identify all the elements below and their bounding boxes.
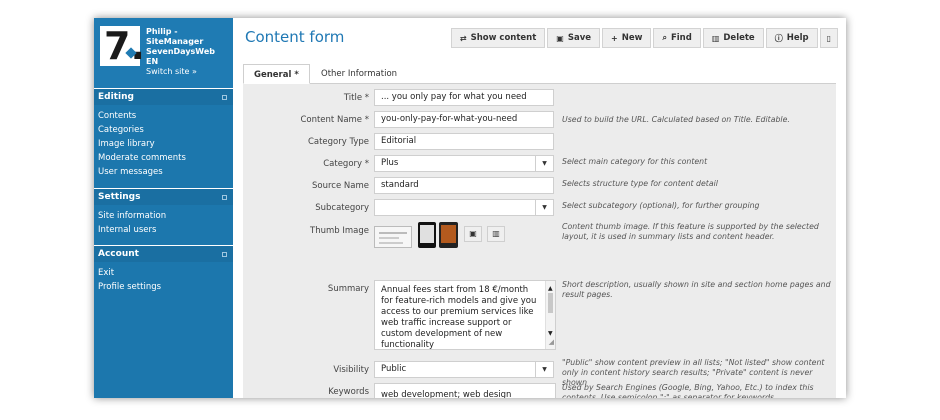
user-name: Philip - — [146, 27, 178, 36]
section-header-editing[interactable]: Editing — [94, 89, 233, 105]
find-label: Find — [670, 33, 692, 43]
switch-site-link[interactable]: Switch site » — [146, 67, 215, 77]
new-label: New — [621, 33, 643, 43]
content-name-input[interactable]: you-only-pay-for-what-you-need — [374, 111, 554, 128]
search-icon: ⌕ — [662, 33, 667, 42]
sidebar-item-exit[interactable]: Exit — [94, 266, 233, 280]
visibility-value: Public — [381, 364, 407, 374]
chevron-down-icon[interactable]: ▼ — [535, 200, 553, 215]
section-title: Editing — [98, 92, 134, 102]
toolbar: ⇄ Show content ▣ Save + New ⌕ Find ▥ Del… — [450, 28, 838, 48]
tab-general[interactable]: General * — [243, 64, 310, 84]
app-window: 7. Philip - SiteManager SevenDaysWeb EN … — [94, 18, 846, 398]
category-hint: Select main category for this content — [562, 157, 708, 166]
section-title: Account — [98, 249, 139, 259]
chevron-down-icon[interactable]: ▼ — [535, 362, 553, 377]
thumb-image-hint: Content thumb image. If this feature is … — [562, 222, 819, 241]
subcategory-hint: Select subcategory (optional), for furth… — [562, 201, 760, 210]
source-name-input[interactable]: standard — [374, 177, 554, 194]
brand-header: 7. Philip - SiteManager SevenDaysWeb EN … — [94, 18, 233, 88]
content-form: Title * ... you only pay for what you ne… — [243, 84, 836, 398]
link-icon: ⇄ — [459, 33, 467, 43]
sidebar-item-internal-users[interactable]: Internal users — [94, 223, 233, 237]
help-button[interactable]: ⓘ Help — [765, 28, 818, 48]
sidebar-item-user-messages[interactable]: User messages — [94, 165, 233, 179]
scroll-thumb[interactable] — [548, 293, 553, 313]
document-button[interactable]: ▯ — [819, 28, 838, 48]
subcategory-label: Subcategory — [315, 203, 369, 213]
subcategory-select[interactable]: ▼ — [374, 199, 554, 216]
help-label: Help — [786, 33, 809, 43]
tab-other-information[interactable]: Other Information — [311, 64, 407, 84]
document-icon: ▯ — [826, 33, 831, 43]
title-label: Title * — [343, 93, 369, 103]
keywords-label: Keywords — [328, 387, 369, 397]
keywords-hint: Used by Search Engines (Google, Bing, Ya… — [562, 383, 814, 398]
site-info: Philip - SiteManager SevenDaysWeb EN Swi… — [146, 27, 215, 77]
app-name: SiteManager — [146, 37, 204, 46]
thumb-preview-tablets[interactable] — [418, 222, 458, 250]
sidebar-section-editing: Editing Contents Categories Image librar… — [94, 88, 233, 188]
delete-button[interactable]: ▥ Delete — [702, 28, 764, 48]
find-button[interactable]: ⌕ Find — [653, 28, 701, 48]
plus-icon: + — [611, 33, 618, 43]
new-button[interactable]: + New — [602, 28, 652, 48]
page-title: Content form — [245, 28, 345, 46]
sidebar: 7. Philip - SiteManager SevenDaysWeb EN … — [94, 18, 233, 398]
summary-text: Annual fees start from 18 €/month for fe… — [381, 285, 537, 350]
sidebar-item-moderate-comments[interactable]: Moderate comments — [94, 151, 233, 165]
sidebar-item-site-information[interactable]: Site information — [94, 209, 233, 223]
trash-icon[interactable]: ▥ — [487, 226, 505, 242]
collapse-icon[interactable] — [222, 95, 227, 100]
keywords-textarea[interactable]: web development; web design ◢ — [374, 383, 556, 398]
category-type-input[interactable]: Editorial — [374, 133, 554, 150]
main-panel: Content form ⇄ Show content ▣ Save + New… — [233, 18, 846, 398]
visibility-label: Visibility — [333, 365, 369, 375]
site-logo[interactable]: 7. — [100, 24, 145, 68]
save-label: Save — [567, 33, 592, 43]
section-title: Settings — [98, 192, 141, 202]
section-header-account[interactable]: Account — [94, 246, 233, 262]
show-content-button[interactable]: ⇄ Show content — [450, 28, 546, 48]
section-header-settings[interactable]: Settings — [94, 189, 233, 205]
thumb-preview-document[interactable] — [374, 226, 412, 248]
collapse-icon[interactable] — [222, 252, 227, 257]
keywords-text: web development; web design — [381, 390, 512, 398]
category-label: Category * — [323, 159, 369, 169]
sidebar-section-settings: Settings Site information Internal users — [94, 188, 233, 245]
category-type-label: Category Type — [307, 137, 369, 147]
trash-icon: ▥ — [711, 33, 720, 43]
visibility-select[interactable]: Public ▼ — [374, 361, 554, 378]
save-button[interactable]: ▣ Save — [547, 28, 601, 48]
collapse-icon[interactable] — [222, 195, 227, 200]
info-icon: ⓘ — [774, 33, 783, 43]
content-name-label: Content Name * — [300, 115, 369, 125]
content-name-hint: Used to build the URL. Calculated based … — [562, 115, 790, 124]
resize-handle-icon[interactable]: ◢ — [549, 337, 554, 348]
title-input[interactable]: ... you only pay for what you need — [374, 89, 554, 106]
chevron-down-icon[interactable]: ▼ — [535, 156, 553, 171]
image-icon[interactable]: ▣ — [464, 226, 482, 242]
sidebar-item-categories[interactable]: Categories — [94, 123, 233, 137]
sidebar-item-image-library[interactable]: Image library — [94, 137, 233, 151]
floppy-icon: ▣ — [556, 33, 564, 43]
category-select[interactable]: Plus ▼ — [374, 155, 554, 172]
form-tabs: General * Other Information — [243, 64, 836, 84]
category-value: Plus — [381, 158, 399, 168]
site-name: SevenDaysWeb — [146, 47, 215, 56]
site-language: EN — [146, 57, 159, 66]
sidebar-item-profile-settings[interactable]: Profile settings — [94, 280, 233, 294]
source-name-label: Source Name — [312, 181, 369, 191]
summary-hint: Short description, usually shown in site… — [562, 280, 831, 299]
source-name-hint: Selects structure type for content detai… — [562, 179, 718, 188]
sidebar-section-account: Account Exit Profile settings — [94, 245, 233, 294]
sidebar-item-contents[interactable]: Contents — [94, 109, 233, 123]
summary-label: Summary — [327, 284, 369, 294]
delete-label: Delete — [723, 33, 755, 43]
logo-text: 7. — [104, 24, 145, 68]
summary-textarea[interactable]: Annual fees start from 18 €/month for fe… — [374, 280, 556, 350]
show-content-label: Show content — [470, 33, 537, 43]
thumb-image-label: Thumb Image — [310, 226, 369, 236]
